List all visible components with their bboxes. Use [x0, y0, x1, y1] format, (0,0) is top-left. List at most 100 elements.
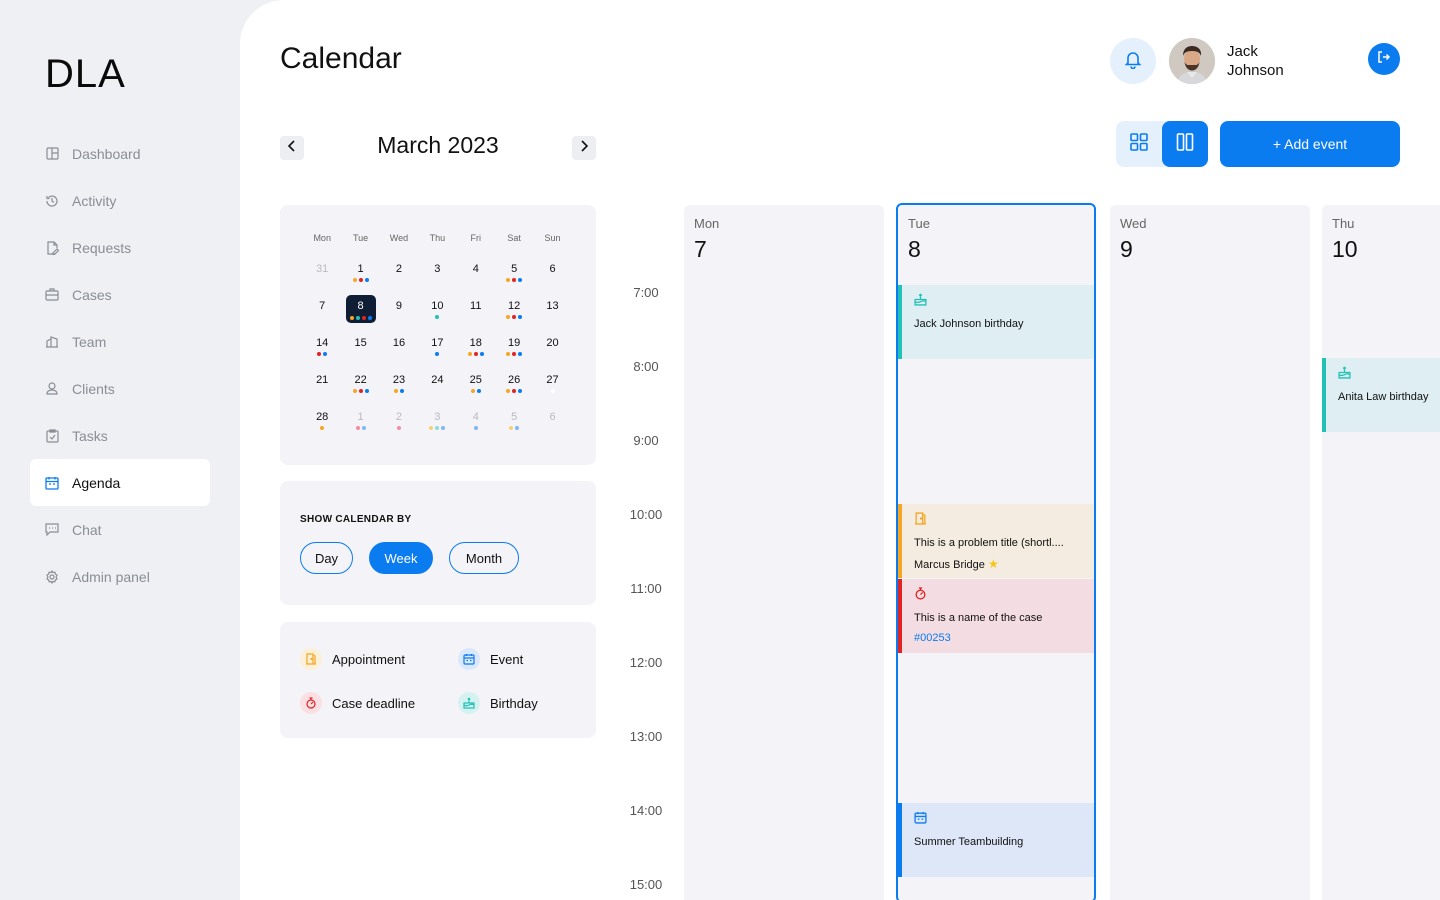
event-appointment[interactable]: This is a problem title (shortl.... Marc… — [898, 504, 1094, 578]
day-column-thu[interactable]: Thu 10 Anita Law birthday — [1322, 205, 1440, 900]
logout-button[interactable] — [1368, 43, 1400, 75]
day-number: 2 — [395, 411, 403, 423]
weekday-label: Sat — [507, 233, 521, 243]
mini-calendar-day[interactable]: 26 — [495, 374, 533, 393]
event-dot — [399, 389, 404, 393]
mini-calendar-day[interactable]: 28 — [303, 411, 341, 430]
event-dot — [317, 352, 322, 356]
event-dots — [533, 389, 571, 393]
mini-calendar-day[interactable]: 20 — [533, 337, 571, 354]
avatar[interactable] — [1169, 38, 1215, 84]
mini-calendar-day[interactable]: 5 — [495, 411, 533, 430]
sidebar-item-tasks[interactable]: Tasks — [30, 412, 210, 459]
mini-calendar-day[interactable]: 9 — [380, 300, 418, 317]
sidebar-item-requests[interactable]: Requests — [30, 224, 210, 271]
logout-icon — [1377, 50, 1391, 69]
event-dots — [457, 352, 495, 356]
sidebar-item-admin-panel[interactable]: Admin panel — [30, 553, 210, 600]
mini-calendar-day[interactable]: 11 — [457, 300, 495, 317]
mini-calendar-day[interactable]: 16 — [380, 337, 418, 354]
view-week-button[interactable]: Week — [369, 542, 433, 574]
sidebar-item-activity[interactable]: Activity — [30, 177, 210, 224]
day-number: 5 — [511, 263, 518, 275]
chevron-right-icon — [579, 139, 589, 157]
mini-calendar-day[interactable]: 1 — [341, 411, 379, 430]
mini-calendar-day[interactable]: 12 — [495, 300, 533, 319]
case-number-link[interactable]: #00253 — [914, 632, 1094, 644]
mini-calendar-day[interactable]: 6 — [533, 263, 571, 280]
mini-calendar-day[interactable]: 2 — [380, 263, 418, 280]
event-dot — [506, 315, 511, 319]
event-dot — [506, 278, 511, 282]
prev-month-button[interactable] — [280, 136, 304, 160]
view-day-button[interactable]: Day — [300, 542, 353, 574]
event-anita-birthday[interactable]: Anita Law birthday — [1322, 358, 1440, 432]
mini-calendar-day[interactable]: 19 — [495, 337, 533, 356]
day-number: 1 — [357, 411, 364, 423]
sidebar-item-agenda[interactable]: Agenda — [30, 459, 210, 506]
mini-calendar-day-selected[interactable]: 8 — [341, 295, 379, 323]
day-column-tue[interactable]: Tue 8 Jack Johnson birthday This is a pr… — [896, 203, 1096, 900]
event-dots — [495, 315, 533, 319]
mini-calendar-day[interactable]: 4 — [457, 263, 495, 280]
event-teambuilding[interactable]: Summer Teambuilding — [898, 803, 1094, 877]
day-number: 4 — [472, 263, 479, 275]
weekday-label: Mon — [313, 233, 331, 243]
mini-calendar-day[interactable]: 3 — [418, 411, 456, 430]
mini-calendar-day[interactable]: 4 — [457, 411, 495, 430]
mini-calendar-day[interactable]: 24 — [418, 374, 456, 391]
mini-calendar-day[interactable]: 5 — [495, 263, 533, 282]
day-number: 4 — [472, 411, 479, 423]
building-icon — [45, 335, 59, 349]
mini-calendar-day[interactable]: 6 — [533, 411, 571, 428]
day-number: 3 — [434, 411, 441, 423]
mini-calendar-day[interactable]: 13 — [533, 300, 571, 317]
grid-view-button[interactable] — [1116, 121, 1162, 167]
day-number: 17 — [431, 337, 444, 349]
sidebar-item-dashboard[interactable]: Dashboard — [30, 130, 210, 177]
sidebar: DLA Dashboard Activity Requests Cases Te… — [0, 0, 240, 900]
event-case-deadline[interactable]: This is a name of the case #00253 — [898, 579, 1094, 653]
view-month-button[interactable]: Month — [449, 542, 519, 574]
notifications-button[interactable] — [1110, 38, 1156, 84]
day-number: 23 — [392, 374, 406, 386]
day-number: 20 — [546, 337, 559, 349]
next-month-button[interactable] — [572, 136, 596, 160]
event-dots — [495, 278, 533, 282]
event-dot — [358, 389, 363, 393]
add-event-button[interactable]: + Add event — [1220, 121, 1400, 167]
sidebar-item-chat[interactable]: Chat — [30, 506, 210, 553]
mini-calendar-day[interactable]: 3 — [418, 263, 456, 280]
day-column-wed[interactable]: Wed 9 — [1110, 205, 1310, 900]
mini-calendar-day[interactable]: 14 — [303, 337, 341, 356]
day-column-mon[interactable]: Mon 7 — [684, 205, 884, 900]
mini-calendar-day[interactable]: 17 — [418, 337, 456, 356]
mini-calendar-day[interactable]: 1 — [341, 263, 379, 282]
event-dot — [355, 316, 360, 320]
sidebar-item-team[interactable]: Team — [30, 318, 210, 365]
mini-calendar-day[interactable]: 10 — [418, 300, 456, 319]
sidebar-item-cases[interactable]: Cases — [30, 271, 210, 318]
mini-calendar-day[interactable]: 15 — [341, 337, 379, 354]
mini-calendar-day[interactable]: 2 — [380, 411, 418, 430]
event-jack-birthday[interactable]: Jack Johnson birthday — [898, 285, 1094, 359]
day-number: 13 — [546, 300, 559, 312]
columns-view-button[interactable] — [1162, 121, 1208, 167]
door-icon — [914, 512, 1094, 526]
mini-calendar-day[interactable]: 23 — [380, 374, 418, 393]
mini-calendar-day[interactable]: 22 — [341, 374, 379, 393]
event-dot — [509, 426, 514, 430]
sidebar-item-clients[interactable]: Clients — [30, 365, 210, 412]
user-first-name: Jack — [1227, 43, 1258, 60]
mini-calendar-day[interactable]: 25 — [457, 374, 495, 393]
time-label: 9:00 — [633, 433, 659, 448]
time-label: 13:00 — [629, 729, 663, 744]
weekday-label: Thu — [429, 233, 446, 243]
user-last-name: Johnson — [1227, 62, 1284, 79]
mini-calendar-day[interactable]: 21 — [303, 374, 341, 391]
mini-calendar-day[interactable]: 27 — [533, 374, 571, 393]
day-number: 19 — [508, 337, 521, 349]
mini-calendar-day[interactable]: 7 — [303, 300, 341, 317]
mini-calendar-day[interactable]: 18 — [457, 337, 495, 356]
mini-calendar-day[interactable]: 31 — [303, 263, 341, 280]
